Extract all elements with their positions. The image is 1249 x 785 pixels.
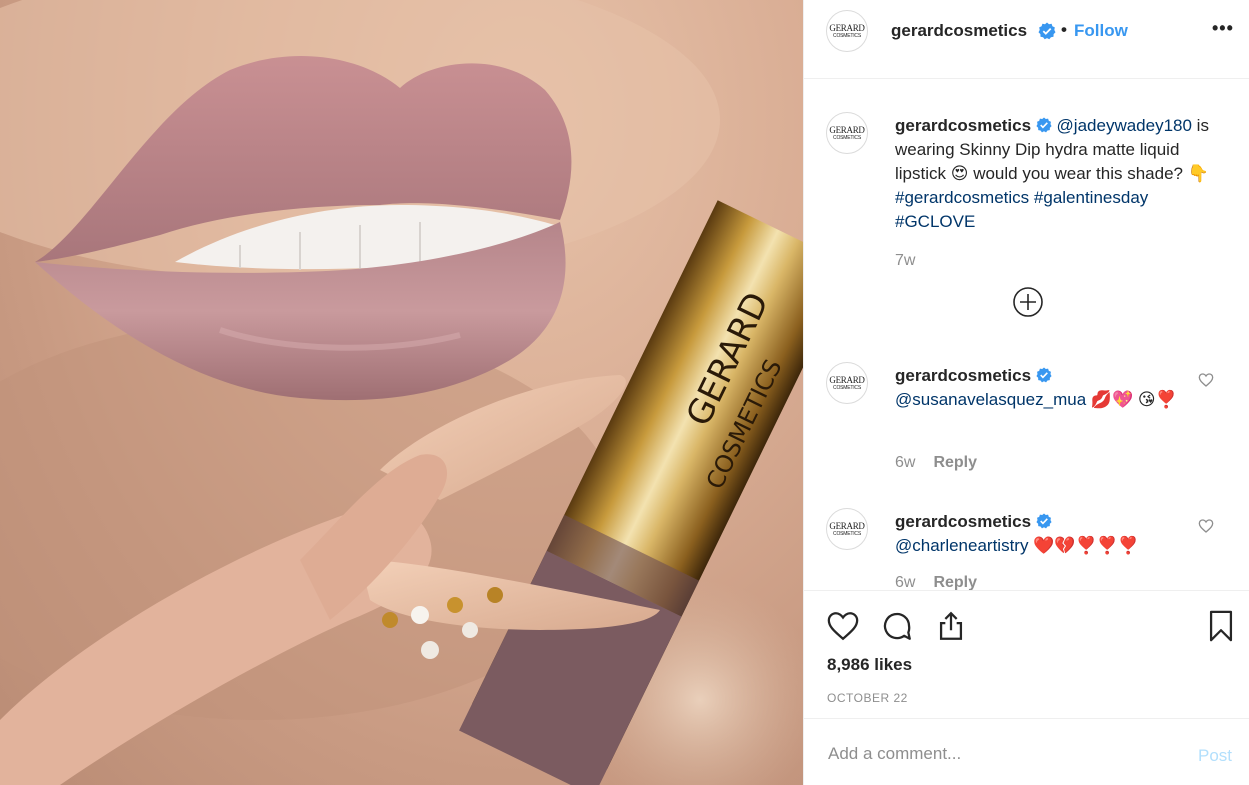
- comment-username[interactable]: gerardcosmetics: [895, 512, 1031, 531]
- comment-emojis: ❤️💔❣️❣️❣️: [1028, 536, 1140, 555]
- avatar-subtext: COSMETICS: [833, 32, 861, 39]
- caption-text-part2: would you wear this shade?: [968, 164, 1188, 183]
- avatar-text: GERARD: [829, 124, 865, 135]
- like-comment-heart-icon[interactable]: [1198, 372, 1214, 388]
- comments-list[interactable]: GERARD COSMETICS gerardcosmetics @jadeyw…: [804, 80, 1249, 590]
- comment-meta: 6w Reply: [895, 574, 977, 590]
- follow-button[interactable]: Follow: [1074, 21, 1128, 41]
- post-comment-button[interactable]: Post: [1198, 746, 1232, 766]
- like-heart-icon[interactable]: [826, 609, 860, 643]
- like-comment-heart-icon[interactable]: [1198, 518, 1214, 534]
- hashtag-link[interactable]: #GCLOVE: [895, 212, 975, 231]
- header-username[interactable]: gerardcosmetics: [891, 21, 1027, 41]
- avatar-text: GERARD: [829, 22, 865, 33]
- avatar[interactable]: GERARD COSMETICS: [826, 362, 868, 404]
- comment-text: gerardcosmetics @susanavelasquez_mua 💋💖 …: [895, 364, 1220, 412]
- post-photo[interactable]: GERARD COSMETICS: [0, 0, 803, 785]
- verified-badge-icon: [1036, 513, 1052, 529]
- post-header: GERARD COSMETICS gerardcosmetics • Follo…: [804, 0, 1249, 79]
- save-bookmark-icon[interactable]: [1204, 609, 1238, 643]
- reply-button[interactable]: Reply: [933, 454, 977, 471]
- avatar-text: GERARD: [829, 520, 865, 531]
- load-more-comments-icon[interactable]: [1012, 286, 1044, 318]
- comment-mention-link[interactable]: @susanavelasquez_mua: [895, 390, 1086, 409]
- comment-timestamp[interactable]: 6w: [895, 574, 915, 590]
- header-dot-separator: •: [1061, 20, 1067, 39]
- avatar-subtext: COSMETICS: [833, 384, 861, 391]
- hashtag-link[interactable]: #galentinesday: [1034, 188, 1148, 207]
- avatar[interactable]: GERARD COSMETICS: [826, 112, 868, 154]
- comment-username[interactable]: gerardcosmetics: [895, 366, 1031, 385]
- post-side-panel: GERARD COSMETICS gerardcosmetics • Follo…: [803, 0, 1249, 785]
- caption-timestamp[interactable]: 7w: [895, 252, 915, 270]
- caption-mention-link[interactable]: @jadeywadey180: [1057, 116, 1192, 135]
- more-options-icon[interactable]: •••: [1212, 18, 1234, 39]
- lips-lipstick-illustration: GERARD COSMETICS: [0, 0, 803, 785]
- share-icon[interactable]: [934, 609, 968, 643]
- avatar-subtext: COSMETICS: [833, 134, 861, 141]
- post-actions: 8,986 likes OCTOBER 22: [804, 590, 1249, 718]
- point-down-emoji: 👇: [1187, 164, 1209, 183]
- post-date[interactable]: OCTOBER 22: [827, 691, 908, 705]
- comment-bubble-icon[interactable]: [880, 609, 914, 643]
- likes-count[interactable]: 8,986 likes: [827, 655, 912, 675]
- avatar[interactable]: GERARD COSMETICS: [826, 508, 868, 550]
- heart-eyes-emoji: 😍: [950, 164, 969, 183]
- add-comment-bar: Post: [804, 718, 1249, 785]
- avatar[interactable]: GERARD COSMETICS: [826, 10, 868, 52]
- verified-badge-icon: [1036, 367, 1052, 383]
- verified-badge-icon: [1036, 117, 1052, 133]
- avatar-text: GERARD: [829, 374, 865, 385]
- add-comment-input[interactable]: [826, 741, 1170, 767]
- comment-timestamp[interactable]: 6w: [895, 454, 915, 471]
- caption-text: gerardcosmetics @jadeywadey180 is wearin…: [895, 114, 1220, 234]
- caption-username[interactable]: gerardcosmetics: [895, 116, 1031, 135]
- reply-button[interactable]: Reply: [933, 574, 977, 590]
- hashtag-link[interactable]: #gerardcosmetics: [895, 188, 1029, 207]
- comment-emojis: 💋💖 😘❣️: [1086, 390, 1177, 409]
- avatar-subtext: COSMETICS: [833, 530, 861, 537]
- comment-mention-link[interactable]: @charleneartistry: [895, 536, 1028, 555]
- verified-badge-icon: [1038, 22, 1056, 40]
- comment-text: gerardcosmetics @charleneartistry ❤️💔❣️❣…: [895, 510, 1220, 558]
- comment-meta: 6w Reply: [895, 454, 977, 472]
